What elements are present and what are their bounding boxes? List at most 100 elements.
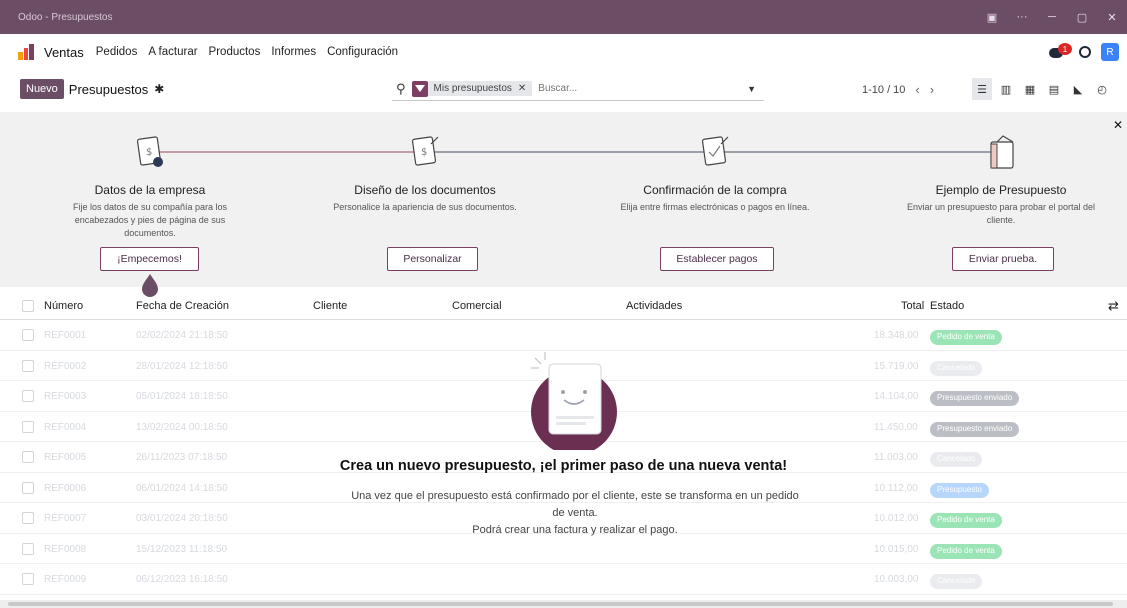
breadcrumb-title: Presupuestos — [68, 81, 149, 97]
menu-pedidos[interactable]: Pedidos — [96, 46, 138, 58]
sales-app-icon[interactable] — [18, 44, 35, 60]
new-button[interactable]: Nuevo — [20, 79, 64, 99]
col-salesperson[interactable]: Comercial — [452, 300, 502, 312]
document-check-icon — [701, 136, 729, 166]
step-description: Elija entre firmas electrónicas o pagos … — [620, 202, 810, 212]
row-date: 15/12/2023 11:18:50 — [136, 543, 228, 555]
row-checkbox[interactable] — [22, 542, 34, 555]
app-name[interactable]: Ventas — [44, 45, 84, 60]
row-number: REF0006 — [44, 482, 87, 494]
row-checkbox[interactable] — [22, 512, 34, 524]
close-button[interactable]: ✕ — [1097, 0, 1127, 34]
menu-a-facturar[interactable]: A facturar — [148, 46, 197, 58]
step-description: Enviar un presupuesto para probar el por… — [906, 202, 1096, 225]
svg-text:$: $ — [421, 147, 427, 158]
row-total: 10.003,00 — [874, 574, 919, 585]
send-sample-button[interactable]: Enviar prueba. — [952, 247, 1054, 271]
activity-clock-icon[interactable] — [1079, 46, 1091, 58]
empty-line-2: Podrá crear una factura y realizar el pa… — [472, 524, 678, 536]
messaging-icon[interactable]: 1 — [1049, 43, 1072, 59]
start-company-button[interactable]: ¡Empecemos! — [100, 247, 199, 271]
col-number[interactable]: Número — [44, 300, 83, 312]
empty-line-1: Una vez que el presupuesto está confirma… — [351, 490, 799, 519]
document-dollar-icon: $ — [136, 136, 163, 167]
table-row[interactable]: REF0009 06/12/2023 16:18:50 10.003,00 Cance… — [0, 564, 1127, 595]
view-switcher: ☰ ▥ ▦ ▤ ◣ ◴ — [972, 78, 1112, 100]
row-checkbox[interactable] — [22, 390, 34, 402]
document-dollar-icon: $ — [411, 136, 439, 166]
select-all-checkbox[interactable] — [22, 300, 34, 312]
row-checkbox[interactable] — [22, 420, 34, 433]
row-total: 10.012,00 — [874, 513, 919, 524]
row-date: 06/01/2024 14:18:50 — [136, 482, 228, 494]
row-total: 10.015,00 — [874, 543, 919, 555]
col-activities[interactable]: Actividades — [626, 300, 682, 312]
menu-configuracion[interactable]: Configuración — [327, 46, 398, 58]
row-number: REF0004 — [44, 421, 87, 433]
pager-previous-icon[interactable]: ‹ — [915, 82, 919, 97]
status-badge: Presupuesto — [930, 482, 989, 498]
remove-facet-icon[interactable]: ✕ — [518, 83, 526, 94]
app-switch-icon[interactable]: ▣ — [977, 0, 1007, 34]
search-icon[interactable]: ⚲ — [396, 81, 406, 97]
customize-button[interactable]: Personalizar — [387, 247, 478, 271]
row-checkbox[interactable] — [22, 481, 34, 494]
row-number: REF0009 — [44, 574, 87, 585]
step-title: Diseño de los documentos — [354, 183, 496, 197]
row-total: 18.348,00 — [874, 330, 919, 341]
gear-icon[interactable]: ✱ — [154, 82, 164, 96]
col-status[interactable]: Estado — [930, 300, 964, 312]
list-header: Número Fecha de Creación Cliente Comerci… — [0, 292, 1127, 320]
window-titlebar: Odoo - Presupuestos ▣ ··· ─ ▢ ✕ — [0, 0, 1127, 34]
progress-line-done — [150, 151, 425, 153]
row-checkbox[interactable] — [22, 329, 34, 341]
row-total: 11.450,00 — [874, 421, 918, 433]
graph-view-icon[interactable]: ◣ — [1068, 78, 1088, 100]
step-title: Ejemplo de Presupuesto — [935, 183, 1067, 197]
user-avatar[interactable]: R — [1101, 43, 1119, 61]
row-number: REF0002 — [44, 360, 87, 372]
maximize-button[interactable]: ▢ — [1067, 0, 1097, 34]
col-total[interactable]: Total — [901, 300, 924, 312]
status-badge: Pedido de venta — [930, 543, 1002, 559]
search-bar: ⚲ Mis presupuestos ✕ ▼ — [392, 77, 764, 101]
pager-next-icon[interactable]: › — [930, 82, 934, 97]
list-view-icon[interactable]: ☰ — [972, 78, 992, 100]
col-creation-date[interactable]: Fecha de Creación — [136, 300, 229, 312]
step-title: Confirmación de la compra — [643, 183, 787, 197]
search-facet[interactable]: Mis presupuestos ✕ — [427, 81, 533, 96]
kanban-view-icon[interactable]: ▥ — [996, 78, 1016, 100]
search-toggle-icon[interactable]: ▼ — [747, 84, 756, 94]
row-number: REF0003 — [44, 391, 87, 402]
facet-label: Mis presupuestos — [433, 83, 512, 94]
menu-productos[interactable]: Productos — [209, 46, 261, 58]
row-date: 02/02/2024 21:18:50 — [136, 330, 228, 341]
more-icon[interactable]: ··· — [1007, 0, 1037, 34]
status-badge: Presupuesto enviado — [930, 391, 1020, 406]
table-row[interactable]: REF0001 02/02/2024 21:18:50 18.348,00 Pedid… — [0, 320, 1127, 351]
col-customer[interactable]: Cliente — [313, 300, 347, 312]
empty-document-illustration — [531, 352, 617, 450]
close-onboarding-icon[interactable]: ✕ — [1113, 118, 1123, 132]
row-date: 06/12/2023 16:18:50 — [136, 574, 228, 585]
main-menu: Ventas Pedidos A facturar Productos Info… — [0, 34, 1127, 70]
row-checkbox[interactable] — [22, 573, 34, 585]
control-panel: Nuevo Presupuestos ✱ ⚲ Mis presupuestos … — [0, 70, 1127, 108]
envelope-document-icon — [990, 135, 1014, 169]
calendar-view-icon[interactable]: ▦ — [1020, 78, 1040, 100]
horizontal-scrollbar[interactable] — [0, 600, 1127, 608]
optional-columns-icon[interactable]: ⇄ — [1108, 298, 1119, 314]
minimize-button[interactable]: ─ — [1037, 0, 1067, 34]
pivot-view-icon[interactable]: ▤ — [1044, 78, 1064, 100]
row-number: REF0007 — [44, 513, 87, 524]
step-title: Datos de la empresa — [94, 183, 206, 197]
empty-help: Una vez que el presupuesto está confirma… — [345, 488, 805, 539]
status-badge: Presupuesto enviado — [930, 421, 1020, 437]
row-total: 10.112,00 — [874, 482, 918, 494]
menu-informes[interactable]: Informes — [271, 46, 316, 58]
activity-view-icon[interactable]: ◴ — [1092, 78, 1112, 100]
pager-value[interactable]: 1-10 / 10 — [862, 84, 905, 96]
search-input[interactable] — [538, 83, 748, 94]
set-payments-button[interactable]: Establecer pagos — [660, 247, 774, 271]
row-checkbox[interactable] — [22, 359, 34, 372]
